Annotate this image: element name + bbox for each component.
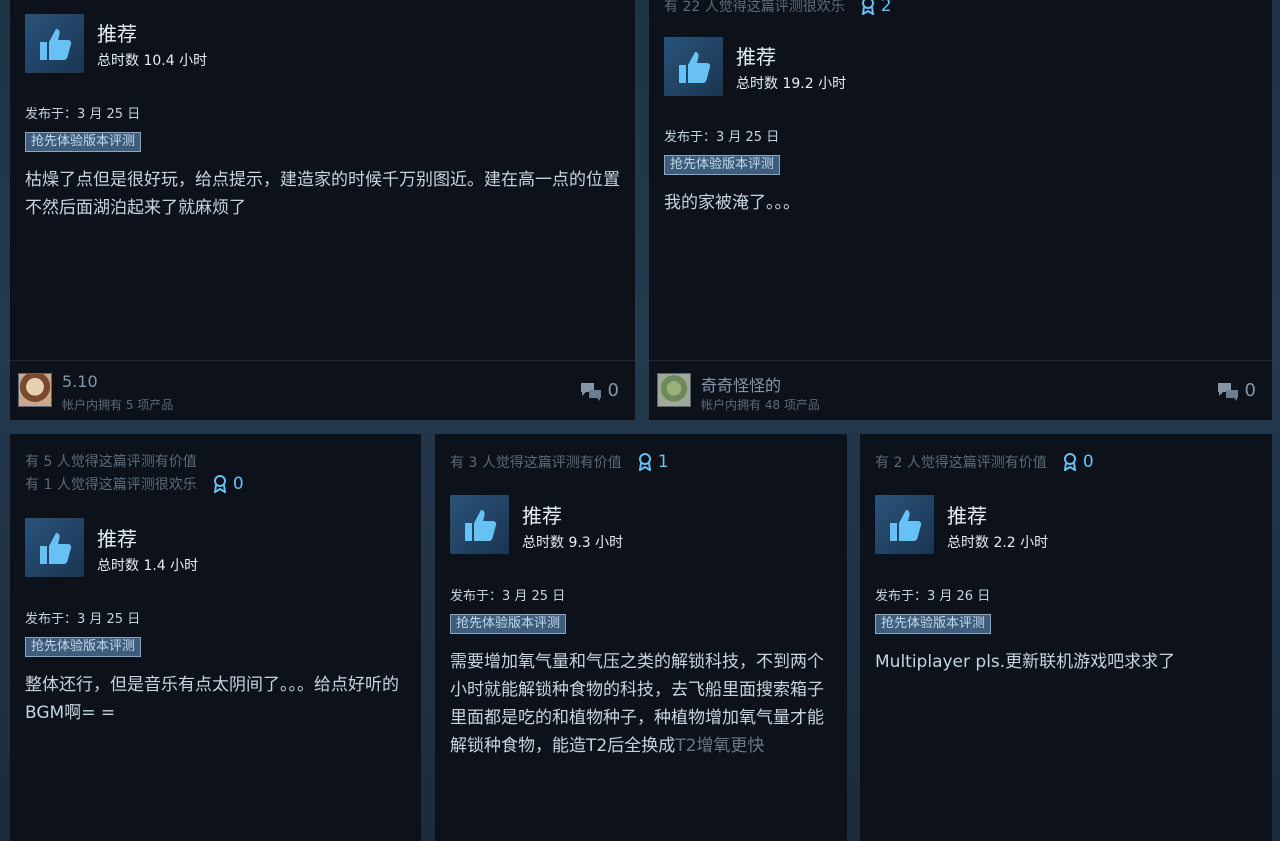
review-card[interactable]: 有 22 人觉得这篇评测很欢乐 2 推荐 总时数 19.2 小时 发布于：3 月… [649,0,1272,420]
playtime-hours: 总时数 1.4 小时 [97,558,199,574]
review-verdict[interactable]: 推荐 [947,504,987,528]
comment-bubbles-icon [580,382,601,401]
thumbs-up-icon[interactable] [25,518,84,577]
early-access-tag: 抢先体验版本评测 [664,155,781,175]
reviewer-products[interactable]: 帐户内拥有 48 项产品 [701,396,820,413]
avatar[interactable] [18,373,52,407]
early-access-tag: 抢先体验版本评测 [25,132,142,152]
playtime-hours: 总时数 2.2 小时 [947,535,1049,551]
review-body: 需要增加氧气量和气压之类的解锁科技，不到两个小时就能解锁种食物的科技，去飞船里面… [450,652,824,756]
review-body: Multiplayer pls.更新联机游戏吧求求了 [875,652,1176,672]
posted-date: 发布于：3 月 25 日 [25,107,141,122]
award-count[interactable]: 1 [638,452,669,472]
early-access-tag: 抢先体验版本评测 [450,614,567,634]
helpful-line: 有 3 人觉得这篇评测有价值 1 [450,452,669,472]
reviewer-name[interactable]: 5.10 [62,372,98,391]
posted-date: 发布于：3 月 25 日 [25,612,141,627]
helpful-line: 有 22 人觉得这篇评测很欢乐 2 [664,0,892,16]
review-card[interactable]: 推荐 总时数 10.4 小时 发布于：3 月 25 日 抢先体验版本评测 枯燥了… [10,0,635,420]
review-body: 整体还行，但是音乐有点太阴间了。。。给点好听的BGM啊= = [25,675,399,723]
award-ribbon-icon [1063,453,1076,471]
posted-date: 发布于：3 月 25 日 [450,589,566,604]
award-count[interactable]: 0 [213,474,244,494]
playtime-hours: 总时数 19.2 小时 [736,76,847,92]
thumbs-up-icon[interactable] [875,495,934,554]
review-body: 我的家被淹了。。。 [664,193,800,213]
helpful-line: 有 2 人觉得这篇评测有价值 0 [875,452,1094,472]
posted-date: 发布于：3 月 25 日 [664,130,780,145]
posted-date: 发布于：3 月 26 日 [875,589,991,604]
award-ribbon-icon [861,0,874,15]
review-verdict[interactable]: 推荐 [736,45,776,69]
reviewer-products[interactable]: 帐户内拥有 5 项产品 [62,396,173,413]
review-footer: 奇奇怪怪的 帐户内拥有 48 项产品 0 [649,360,1272,420]
award-ribbon-icon [638,453,651,471]
reviewer-name[interactable]: 奇奇怪怪的 [701,372,781,396]
early-access-tag: 抢先体验版本评测 [875,614,992,634]
helpful-line: 有 1 人觉得这篇评测很欢乐 0 [25,474,244,494]
award-count[interactable]: 0 [1063,452,1094,472]
review-card[interactable]: 有 3 人觉得这篇评测有价值 1 推荐 总时数 9.3 小时 发布于：3 月 2… [435,434,847,841]
comment-bubbles-icon [1217,382,1238,401]
review-body: 枯燥了点但是很好玩，给点提示，建造家的时候千万别图近。建在高一点的位置不然后面湖… [25,170,620,218]
comment-count[interactable]: 0 [1217,380,1256,401]
thumbs-up-icon[interactable] [450,495,509,554]
avatar[interactable] [657,373,691,407]
review-verdict[interactable]: 推荐 [522,504,562,528]
thumbs-up-icon[interactable] [25,14,84,73]
helpful-line: 有 5 人觉得这篇评测有价值 [25,454,197,470]
thumbs-up-icon[interactable] [664,37,723,96]
playtime-hours: 总时数 10.4 小时 [97,53,208,69]
early-access-tag: 抢先体验版本评测 [25,637,142,657]
review-card[interactable]: 有 5 人觉得这篇评测有价值 有 1 人觉得这篇评测很欢乐 0 推荐 总时数 1… [10,434,421,841]
review-card[interactable]: 有 2 人觉得这篇评测有价值 0 推荐 总时数 2.2 小时 发布于：3 月 2… [860,434,1272,841]
review-verdict[interactable]: 推荐 [97,527,137,551]
playtime-hours: 总时数 9.3 小时 [522,535,624,551]
award-ribbon-icon [213,475,226,493]
comment-count[interactable]: 0 [580,380,619,401]
review-verdict[interactable]: 推荐 [97,22,137,46]
award-count[interactable]: 2 [861,0,892,16]
review-footer: 5.10 帐户内拥有 5 项产品 0 [10,360,635,420]
